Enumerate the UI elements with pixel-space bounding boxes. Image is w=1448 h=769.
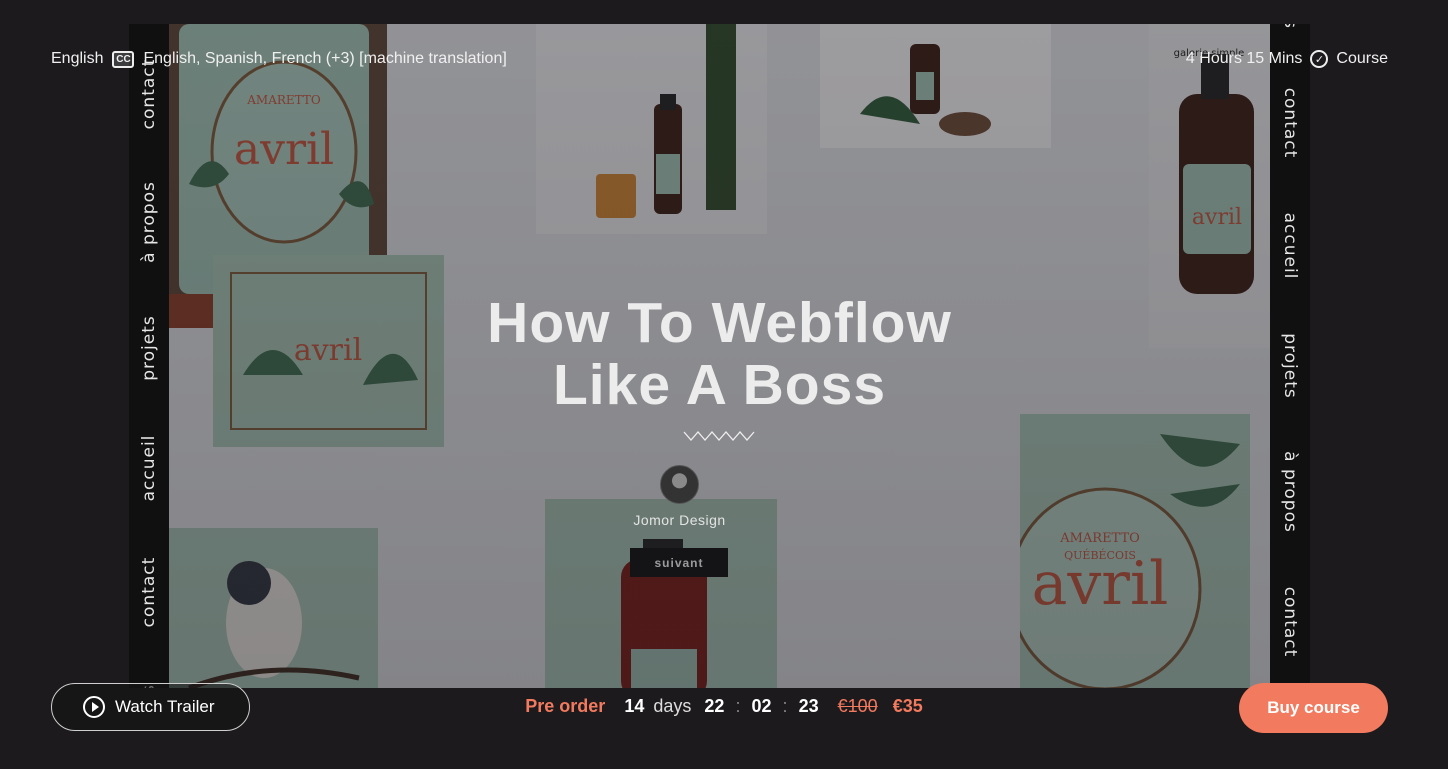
next-button: suivant [630, 548, 728, 577]
course-duration: 4 Hours 15 Mins [1185, 50, 1303, 67]
check-circle-icon: ✓ [1310, 50, 1329, 68]
site-nav-left-rail: contact à propos projets accueil contact… [129, 24, 169, 688]
rail-link-partial: s [1280, 24, 1300, 29]
video-frame: avril AMARETTO avril avril galerie simpl… [169, 24, 1270, 688]
buy-course-button[interactable]: Buy course [1239, 683, 1388, 733]
countdown-minutes: 02 [751, 696, 772, 716]
rail-link-accueil: accueil [139, 434, 159, 502]
rail-link-contact: contact [139, 58, 159, 130]
course-title: How To Webflow Like A Boss [169, 292, 1270, 416]
rail-link-contact: contact [139, 556, 159, 628]
label-brand-text: AMARETTO [246, 93, 321, 107]
closeup-subtitle-text: QUÉBÉCOIS [1064, 548, 1136, 562]
ingredients-photo [820, 24, 1051, 148]
closeup-brand-text: AMARETTO [1059, 531, 1140, 546]
subtitle-languages: English, Spanish, French (+3) [machine t… [143, 50, 507, 67]
rail-link-accueil: accueil [1280, 212, 1300, 280]
bird-illustration [169, 528, 378, 688]
closed-captions-icon: CC [112, 50, 135, 68]
caption-info: English CC English, Spanish, French (+3)… [51, 50, 507, 68]
rail-link-a-propos: à propos [1280, 451, 1300, 533]
original-price: €100 [837, 696, 878, 716]
audio-language: English [51, 50, 104, 67]
course-type: Course [1336, 50, 1388, 67]
side-avril-text: avril [1192, 205, 1242, 230]
countdown-seconds: 23 [798, 696, 819, 716]
rail-link-a-propos: à propos [139, 181, 159, 263]
author-block: Jomor Design [169, 465, 1230, 528]
squiggle-divider-icon [683, 431, 754, 441]
avatar [660, 465, 699, 504]
author-name: Jomor Design [633, 512, 726, 528]
countdown-separator: : [735, 696, 741, 716]
rail-link-projets: projets [1280, 333, 1300, 399]
course-meta: 4 Hours 15 Mins ✓ Course [1186, 50, 1388, 68]
countdown-days: 14 [624, 696, 645, 716]
course-title-line-1: How To Webflow [487, 291, 952, 355]
video-player[interactable]: contact à propos projets accueil contact… [129, 24, 1310, 688]
course-title-line-2: Like A Boss [552, 353, 887, 417]
label-avril-text: avril [234, 124, 334, 175]
label-closeup-photo: avril AMARETTO QUÉBÉCOIS [1020, 414, 1250, 688]
preorder-bar: Pre order 14 days 22 : 02 : 23 €100 €35 [0, 696, 1448, 717]
course-hero: How To Webflow Like A Boss [169, 292, 1270, 447]
rail-link-contact: contact [1280, 87, 1300, 159]
countdown-hours: 22 [704, 696, 725, 716]
preorder-label: Pre order [525, 696, 606, 716]
site-nav-right-rail: s contact accueil projets à propos conta… [1270, 24, 1310, 688]
rail-link-contact: contact [1280, 586, 1300, 658]
countdown-separator: : [782, 696, 788, 716]
rail-link-projets: projets [139, 315, 159, 381]
countdown-days-unit: days [653, 696, 692, 716]
cocktail-photo [536, 24, 767, 234]
sale-price: €35 [892, 696, 923, 716]
